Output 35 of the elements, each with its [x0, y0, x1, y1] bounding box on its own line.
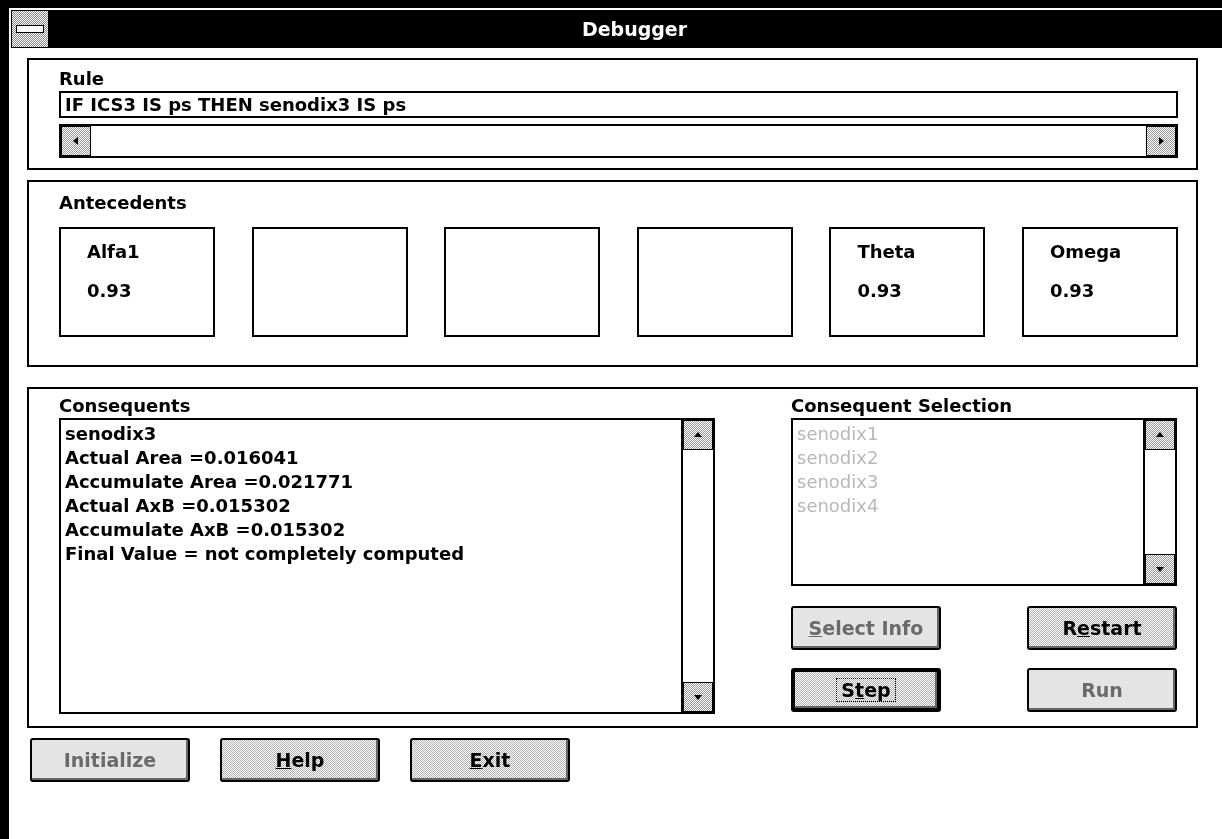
consequent-line: senodix3 [65, 422, 157, 446]
dialog-button[interactable]: Step [791, 668, 941, 712]
consequent-line: Actual Area =0.016041 [65, 446, 299, 470]
antecedent-value: 0.93 [1049, 280, 1095, 301]
antecedent-value: 0.93 [87, 280, 132, 301]
consequent-line: Actual AxB =0.015302 [65, 494, 291, 518]
group-label: Consequents [59, 395, 191, 416]
antecedent-name: Alfa1 [87, 241, 140, 262]
dialog-button[interactable]: Restart [1027, 606, 1177, 650]
scroll-left-button[interactable] [61, 126, 91, 156]
window-title: Debugger [580, 18, 689, 40]
horizontal-scrollbar[interactable] [59, 124, 1178, 158]
up-arrow-icon [693, 430, 703, 440]
scroll-right-button[interactable] [1146, 126, 1176, 156]
group-label: Consequent Selection [791, 395, 1013, 416]
left-arrow-icon [71, 136, 81, 146]
antecedent-name: Theta [857, 241, 916, 262]
rule-field[interactable]: IF ICS3 IS ps THEN senodix3 IS ps [59, 91, 1178, 118]
dialog-button[interactable]: Help [220, 738, 380, 782]
scroll-up-button[interactable] [683, 420, 713, 450]
system-menu-button[interactable] [12, 11, 48, 47]
consequent-line: Accumulate AxB =0.015302 [65, 518, 346, 542]
right-arrow-icon [1156, 136, 1166, 146]
consequent-line: Final Value = not completely computed [65, 542, 465, 566]
down-arrow-icon [693, 692, 703, 702]
up-arrow-icon [1155, 430, 1165, 440]
group-label: Rule [59, 68, 105, 89]
vertical-scrollbar[interactable] [681, 420, 713, 712]
group-label: Antecedents [59, 192, 187, 213]
scroll-down-button[interactable] [683, 682, 713, 712]
dialog-button[interactable]: Exit [410, 738, 570, 782]
down-arrow-icon [1155, 564, 1165, 574]
antecedent-name: Omega [1049, 241, 1122, 262]
consequent-line: Accumulate Area =0.021771 [65, 470, 354, 494]
antecedent-value: 0.93 [857, 280, 902, 301]
